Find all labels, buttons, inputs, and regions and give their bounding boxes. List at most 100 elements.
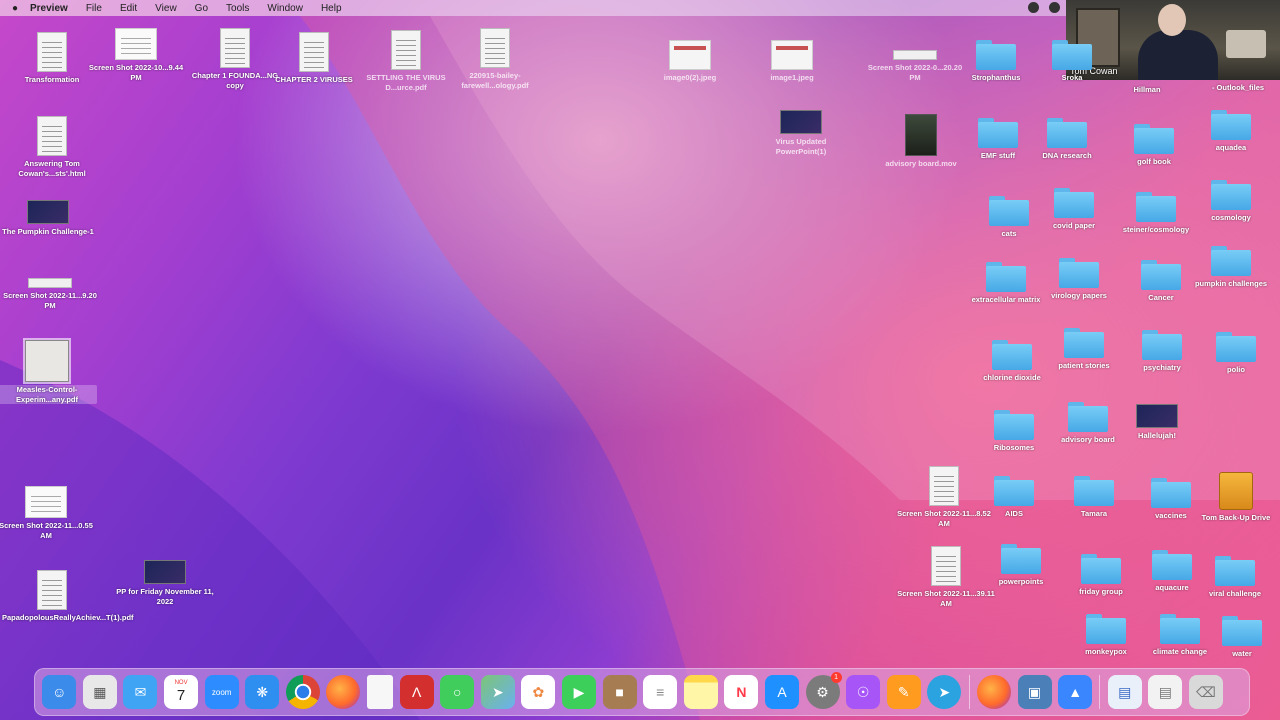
settings-badge: 1 [830, 672, 842, 683]
maps-icon[interactable]: ➤ [480, 675, 515, 709]
desktop-file[interactable]: image1.jpeg [742, 40, 842, 83]
podcasts-icon[interactable]: ☉ [846, 675, 881, 709]
pages-icon[interactable]: ✎ [886, 675, 921, 709]
reminders-icon[interactable]: ≡ [643, 675, 678, 709]
desktop-file-selected[interactable]: Measles-Control-Experim...any.pdf [0, 338, 97, 404]
folder[interactable]: viral challenge [1185, 556, 1280, 599]
folder-icon [989, 196, 1029, 226]
focus-moon-icon[interactable] [1049, 2, 1060, 13]
control-center-icon[interactable] [1028, 2, 1039, 13]
folder[interactable]: - Outlook_files [1188, 80, 1280, 93]
document-thumbnail [37, 32, 67, 72]
desktop-file[interactable]: Screen Shot 2022-11...0.55 AM [0, 486, 96, 540]
folder-icon [1052, 40, 1092, 70]
desktop-file[interactable]: Answering Tom Cowan's...sts'.html [2, 116, 102, 178]
jpeg-thumbnail [771, 40, 813, 70]
menu-app-preview[interactable]: Preview [30, 3, 68, 14]
document-icon[interactable]: ▤ [1148, 675, 1183, 709]
desktop-file[interactable]: Virus Updated PowerPoint(1) [751, 110, 851, 156]
desktop-file[interactable]: SETTLING THE VIRUS D...urce.pdf [356, 30, 456, 92]
folder-icon [1047, 118, 1087, 148]
folder[interactable]: cosmology [1181, 180, 1280, 223]
jpeg-thumbnail [669, 40, 711, 70]
folder-icon [1151, 478, 1191, 508]
desktop-file[interactable]: Screen Shot 2022-10...9.44 PM [86, 28, 186, 82]
finder-icon[interactable]: ☺ [42, 675, 77, 709]
news-icon[interactable]: N [724, 675, 759, 709]
calendar-day: 7 [176, 686, 186, 704]
pdf-thumbnail [391, 30, 421, 70]
pdf-thumbnail [480, 28, 510, 68]
mail-icon[interactable]: ✉ [123, 675, 158, 709]
folder-icon [1068, 402, 1108, 432]
folder-icon [1064, 328, 1104, 358]
document-icon[interactable]: ▤ [1107, 675, 1142, 709]
folder-icon [992, 340, 1032, 370]
firefox-icon[interactable] [976, 675, 1011, 709]
desktop-file[interactable]: image0(2).jpeg [640, 40, 740, 83]
html-thumbnail [37, 116, 67, 156]
zoom-icon[interactable]: zoom [204, 675, 239, 709]
person-head-image [1158, 4, 1186, 36]
archive-icon[interactable]: ■ [602, 675, 637, 709]
system-settings-icon[interactable]: ⚙ 1 [805, 672, 842, 709]
chrome-icon[interactable] [285, 675, 320, 709]
folder[interactable]: DNA research [1017, 118, 1117, 161]
pdf-thumbnail [23, 338, 71, 384]
background-object-image [1226, 30, 1266, 58]
appstore-icon[interactable]: A [764, 675, 799, 709]
acrobat-icon[interactable]: Λ [399, 675, 434, 709]
folder-icon [994, 410, 1034, 440]
dock: ☺ ▦ ✉ NOV 7 zoom ❋ Λ ○ ➤ ✿ ▶ ■ ≡ N A ⚙ 1 … [34, 668, 1250, 716]
desktop-file[interactable]: PapadopolousReallyAchiev...T(1).pdf [2, 570, 134, 623]
menu-edit[interactable]: Edit [120, 3, 137, 14]
folder-icon [986, 262, 1026, 292]
folder-icon [978, 118, 1018, 148]
apple-menu-icon[interactable]: ● [0, 3, 30, 14]
menu-window[interactable]: Window [267, 3, 303, 14]
photos-icon[interactable]: ✿ [521, 675, 556, 709]
folder[interactable]: Hillman [1097, 82, 1197, 95]
menu-go[interactable]: Go [195, 3, 208, 14]
folder[interactable]: vaccines [1121, 478, 1221, 521]
calendar-icon[interactable]: NOV 7 [164, 675, 199, 709]
powerpoint-thumbnail [27, 200, 69, 224]
desktop-file[interactable]: PP for Friday November 11, 2022 [115, 560, 215, 606]
firefox-icon[interactable] [326, 675, 361, 709]
menu-file[interactable]: File [86, 3, 102, 14]
preview-icon[interactable]: ▣ [1017, 675, 1052, 709]
safari-icon[interactable]: ❋ [245, 675, 280, 709]
powerpoint-thumbnail [780, 110, 822, 134]
facetime-icon[interactable]: ▶ [562, 675, 597, 709]
screenshot-thumbnail [929, 466, 959, 506]
pdf-thumbnail [37, 570, 67, 610]
folder[interactable]: Sroka [1022, 40, 1122, 83]
folder[interactable]: polio [1186, 332, 1280, 375]
desktop-file[interactable]: 220915-bailey-farewell...ology.pdf [445, 28, 545, 90]
menu-tools[interactable]: Tools [226, 3, 249, 14]
desktop-file[interactable]: The Pumpkin Challenge-1 [0, 200, 98, 237]
folder[interactable]: pumpkin challenges [1181, 246, 1280, 289]
dock-separator [1099, 675, 1101, 709]
menu-view[interactable]: View [155, 3, 177, 14]
launchpad-icon[interactable]: ▦ [82, 675, 117, 709]
desktop-file[interactable]: CHAPTER 2 VIRUSES [264, 32, 364, 85]
trash-icon[interactable]: ⌫ [1188, 675, 1223, 709]
person-body-image [1138, 30, 1218, 80]
folder[interactable]: water [1192, 616, 1280, 659]
file-icon[interactable] [367, 675, 394, 709]
folder[interactable]: advisory board [1038, 402, 1138, 445]
folder-icon [1081, 554, 1121, 584]
folder[interactable]: aquadea [1181, 110, 1280, 153]
folder-icon [1134, 124, 1174, 154]
menu-help[interactable]: Help [321, 3, 342, 14]
messages-icon[interactable]: ○ [440, 675, 475, 709]
telegram-icon[interactable]: ➤ [927, 675, 962, 709]
keynote-icon[interactable]: ▲ [1058, 675, 1093, 709]
document-thumbnail [220, 28, 250, 68]
screenshot-thumbnail [931, 546, 961, 586]
desktop-file[interactable]: Screen Shot 2022-11...9.20 PM [0, 278, 100, 310]
notes-icon[interactable] [683, 675, 718, 709]
screenshot-thumbnail [25, 486, 67, 518]
folder-icon [1141, 260, 1181, 290]
